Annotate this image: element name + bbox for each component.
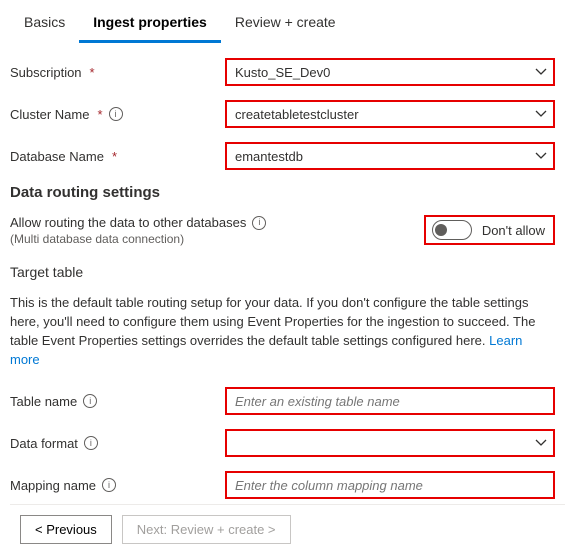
info-icon[interactable]: i <box>109 107 123 121</box>
cluster-value: createtabletestcluster <box>235 107 359 122</box>
subscription-value: Kusto_SE_Dev0 <box>235 65 330 80</box>
info-icon[interactable]: i <box>83 394 97 408</box>
cluster-name-dropdown[interactable]: createtabletestcluster <box>225 100 555 128</box>
target-description-text: This is the default table routing setup … <box>10 295 535 348</box>
required-asterisk: * <box>90 65 95 80</box>
next-review-create-button[interactable]: Next: Review + create > <box>122 515 291 544</box>
mapping-name-field[interactable] <box>225 471 555 499</box>
required-asterisk: * <box>97 107 102 122</box>
table-name-label-text: Table name <box>10 394 77 409</box>
database-name-label: Database Name * <box>10 149 225 164</box>
tab-ingest-properties[interactable]: Ingest properties <box>79 6 221 43</box>
tab-basics[interactable]: Basics <box>10 6 79 43</box>
tab-bar: Basics Ingest properties Review + create <box>10 0 555 44</box>
info-icon[interactable]: i <box>102 478 116 492</box>
tab-review-create[interactable]: Review + create <box>221 6 350 43</box>
table-name-input[interactable] <box>235 389 529 413</box>
mapping-name-input[interactable] <box>235 473 529 497</box>
subscription-label: Subscription * <box>10 65 225 80</box>
toggle-state-label: Don't allow <box>482 223 545 238</box>
cluster-name-label: Cluster Name * i <box>10 107 225 122</box>
subscription-label-text: Subscription <box>10 65 82 80</box>
data-format-label-text: Data format <box>10 436 78 451</box>
target-table-description: This is the default table routing setup … <box>10 294 555 369</box>
database-name-dropdown[interactable]: emantestdb <box>225 142 555 170</box>
chevron-down-icon <box>535 66 547 78</box>
mapping-name-label: Mapping name i <box>10 478 225 493</box>
toggle-knob <box>435 224 447 236</box>
chevron-down-icon <box>535 108 547 120</box>
table-name-label: Table name i <box>10 394 225 409</box>
data-format-dropdown[interactable] <box>225 429 555 457</box>
data-format-label: Data format i <box>10 436 225 451</box>
wizard-footer: < Previous Next: Review + create > <box>10 504 565 554</box>
cluster-label-text: Cluster Name <box>10 107 89 122</box>
allow-routing-label: Allow routing the data to other database… <box>10 215 246 230</box>
required-asterisk: * <box>112 149 117 164</box>
target-table-heading: Target table <box>10 264 555 280</box>
allow-routing-toggle-box: Don't allow <box>424 215 555 245</box>
chevron-down-icon <box>535 150 547 162</box>
table-name-field[interactable] <box>225 387 555 415</box>
chevron-down-icon <box>535 437 547 449</box>
allow-routing-sub: (Multi database data connection) <box>10 232 424 246</box>
mapping-name-label-text: Mapping name <box>10 478 96 493</box>
allow-routing-toggle[interactable] <box>432 220 472 240</box>
previous-button[interactable]: < Previous <box>20 515 112 544</box>
database-label-text: Database Name <box>10 149 104 164</box>
database-value: emantestdb <box>235 149 303 164</box>
subscription-dropdown[interactable]: Kusto_SE_Dev0 <box>225 58 555 86</box>
info-icon[interactable]: i <box>252 216 266 230</box>
data-routing-heading: Data routing settings <box>10 184 555 201</box>
info-icon[interactable]: i <box>84 436 98 450</box>
